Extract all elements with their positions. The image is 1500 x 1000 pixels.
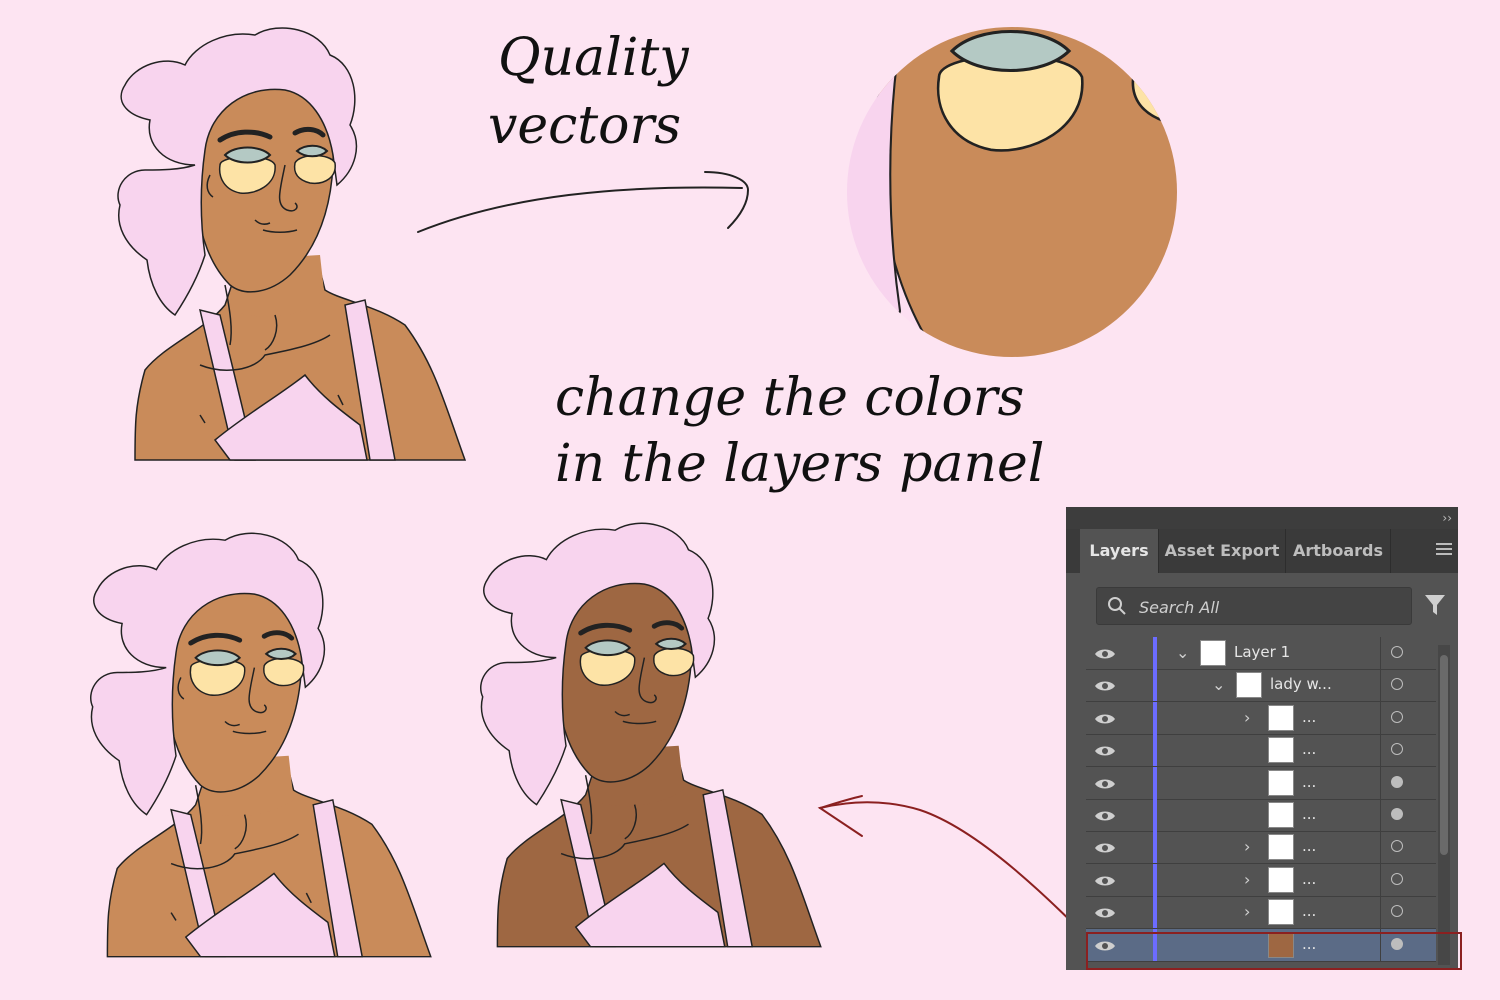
scrollbar-thumb[interactable]: [1440, 655, 1448, 855]
chevron-down-icon[interactable]: ⌄: [1212, 675, 1225, 694]
layer-name[interactable]: Layer 1: [1234, 643, 1290, 661]
target-circle-icon[interactable]: [1391, 775, 1403, 788]
target-circle-icon[interactable]: [1391, 905, 1403, 918]
layer-color-bar: [1153, 863, 1157, 896]
target-circle-icon[interactable]: [1391, 743, 1403, 756]
target-circle-icon[interactable]: [1391, 678, 1403, 691]
target-circle-icon[interactable]: [1391, 710, 1403, 723]
layer-name[interactable]: ...: [1302, 870, 1316, 888]
layer-name[interactable]: ...: [1302, 773, 1316, 791]
row-divider: [1380, 896, 1381, 929]
layer-row[interactable]: ⌄ Layer 1: [1086, 637, 1436, 670]
layer-row[interactable]: ⌄ lady w...: [1086, 669, 1436, 703]
annotation-quality: Quality: [498, 28, 689, 88]
visibility-eye-icon[interactable]: [1094, 679, 1116, 693]
target-circle-icon[interactable]: [1391, 808, 1403, 820]
row-divider: [1380, 637, 1381, 669]
layer-color-bar: [1153, 669, 1157, 702]
visibility-eye-icon[interactable]: [1094, 809, 1116, 823]
tab-artboards[interactable]: Artboards: [1286, 529, 1390, 573]
panel-menu-icon[interactable]: [1436, 543, 1452, 557]
visibility-eye-icon[interactable]: [1094, 647, 1116, 661]
chevron-right-icon[interactable]: ›: [1244, 837, 1250, 856]
layer-thumbnail: [1268, 866, 1294, 893]
layer-thumbnail: [1268, 769, 1294, 796]
visibility-eye-icon[interactable]: [1094, 712, 1116, 726]
tab-asset-export[interactable]: Asset Export: [1159, 529, 1285, 573]
visibility-eye-icon[interactable]: [1094, 874, 1116, 888]
row-divider: [1380, 799, 1381, 831]
layer-thumbnail: [1268, 802, 1294, 828]
layers-panel: ›› Layers Asset Export Artboards ⌄Layer …: [1066, 507, 1458, 970]
layer-color-bar: [1153, 637, 1157, 669]
row-divider: [1380, 831, 1381, 864]
visibility-eye-icon[interactable]: [1094, 777, 1116, 791]
chevron-down-icon[interactable]: ⌄: [1176, 643, 1189, 662]
tab-divider: [1390, 529, 1391, 573]
figure-recolor-light: [91, 533, 431, 956]
layer-name[interactable]: lady w...: [1270, 675, 1332, 693]
layer-row[interactable]: ...: [1086, 799, 1436, 832]
figure-original: [118, 28, 465, 460]
layer-color-bar: [1153, 734, 1157, 767]
layer-row[interactable]: ›...: [1086, 863, 1436, 897]
target-circle-icon[interactable]: [1391, 840, 1403, 853]
layer-row[interactable]: ...: [1086, 734, 1436, 768]
collapse-panel-icon[interactable]: ››: [1442, 511, 1452, 525]
tab-layers[interactable]: Layers: [1080, 529, 1158, 573]
selection-highlight-box: [1086, 932, 1462, 970]
layer-thumbnail: [1200, 640, 1226, 666]
target-circle-icon[interactable]: [1391, 872, 1403, 885]
layer-row[interactable]: ›...: [1086, 701, 1436, 735]
search-box: [1096, 587, 1412, 625]
layer-color-bar: [1153, 831, 1157, 864]
search-input[interactable]: [1137, 594, 1401, 620]
layer-name[interactable]: ...: [1302, 740, 1316, 758]
layer-name[interactable]: ...: [1302, 805, 1316, 823]
chevron-right-icon[interactable]: ›: [1244, 870, 1250, 889]
filter-icon[interactable]: [1424, 593, 1446, 617]
row-divider: [1380, 701, 1381, 734]
chevron-right-icon[interactable]: ›: [1244, 708, 1250, 727]
layer-name[interactable]: ...: [1302, 837, 1316, 855]
layer-color-bar: [1153, 766, 1157, 799]
layer-thumbnail: [1268, 899, 1294, 926]
layer-color-bar: [1153, 896, 1157, 929]
row-divider: [1380, 863, 1381, 896]
layer-color-bar: [1153, 799, 1157, 831]
annotation-vectors: vectors: [488, 96, 682, 156]
layers-scrollbar[interactable]: [1438, 645, 1450, 965]
layer-row[interactable]: ›...: [1086, 831, 1436, 865]
search-icon: [1108, 597, 1126, 615]
red-arrow: [817, 795, 1101, 951]
layer-name[interactable]: ...: [1302, 902, 1316, 920]
arrow-to-zoom: [417, 171, 750, 233]
panel-top-strip: ››: [1066, 507, 1458, 529]
layer-row[interactable]: ...: [1086, 766, 1436, 800]
layer-name[interactable]: ...: [1302, 708, 1316, 726]
visibility-eye-icon[interactable]: [1094, 841, 1116, 855]
row-divider: [1380, 766, 1381, 799]
row-divider: [1380, 669, 1381, 702]
target-circle-icon[interactable]: [1391, 646, 1403, 658]
visibility-eye-icon[interactable]: [1094, 906, 1116, 920]
row-divider: [1380, 734, 1381, 767]
annotation-layers-panel: in the layers panel: [555, 434, 1045, 494]
layer-color-bar: [1153, 701, 1157, 734]
panel-tabs: Layers Asset Export Artboards: [1066, 529, 1458, 573]
layer-thumbnail: [1268, 737, 1294, 764]
visibility-eye-icon[interactable]: [1094, 744, 1116, 758]
figure-recolor-dark: [480, 522, 822, 948]
layer-row[interactable]: ›...: [1086, 896, 1436, 930]
chevron-right-icon[interactable]: ›: [1244, 902, 1250, 921]
layer-thumbnail: [1268, 704, 1294, 731]
layer-thumbnail: [1236, 672, 1262, 699]
layer-thumbnail: [1268, 834, 1294, 861]
annotation-change-colors: change the colors: [555, 368, 1025, 428]
